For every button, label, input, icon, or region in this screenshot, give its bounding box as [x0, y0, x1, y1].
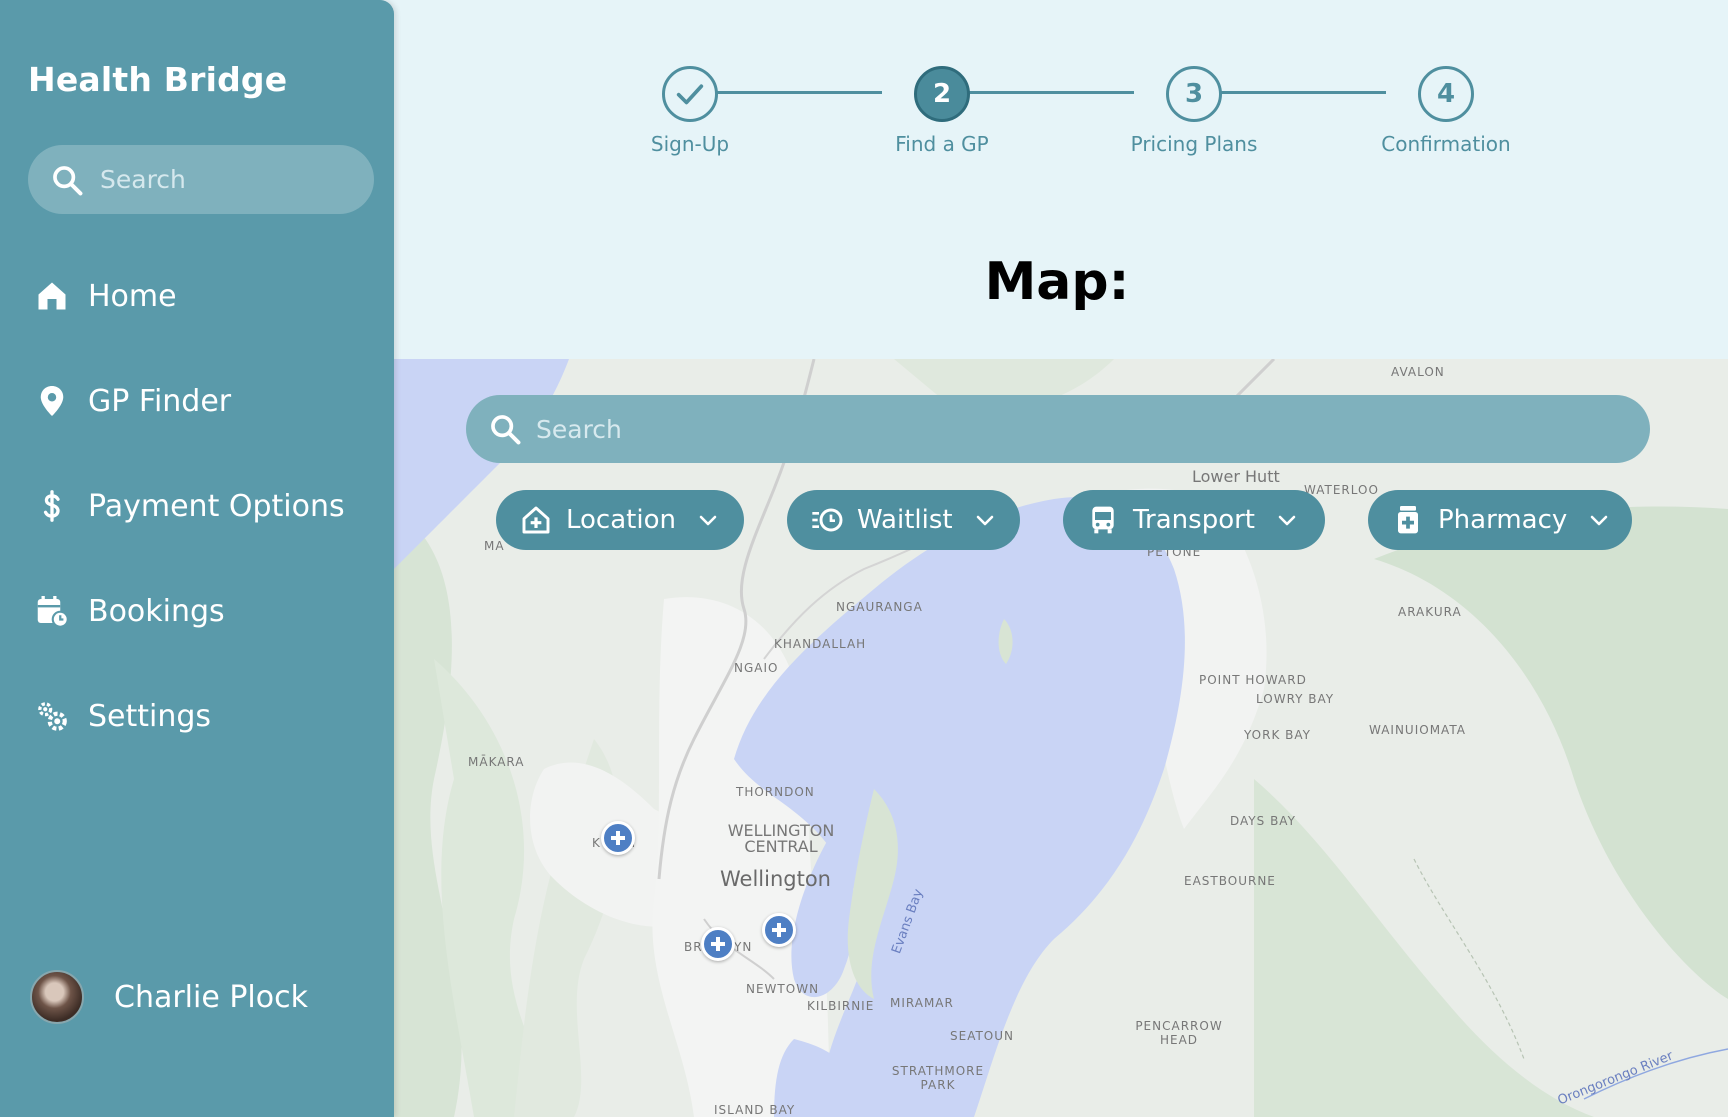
place-label: THORNDON [736, 785, 815, 799]
place-label: LOWRY BAY [1256, 692, 1335, 706]
plus-icon [611, 831, 625, 845]
place-label: K [592, 836, 601, 850]
calendar-clock-icon [37, 596, 69, 628]
plus-icon [772, 923, 786, 937]
sidebar-item-bookings[interactable]: Bookings [34, 593, 225, 629]
place-label: AVALON [1391, 365, 1445, 379]
filter-waitlist-dropdown[interactable]: Waitlist [787, 490, 1020, 550]
step-label: Find a GP [895, 132, 989, 156]
pharmacy-icon [1398, 506, 1418, 534]
place-label: MĀKARA [468, 755, 525, 769]
place-label: ARAKURA [1398, 605, 1462, 619]
place-label: YORK BAY [1244, 728, 1311, 742]
step-label: Confirmation [1381, 132, 1511, 156]
user-name: Charlie Plock [114, 979, 308, 1015]
step-sign-up[interactable]: Sign-Up [610, 60, 770, 156]
clock-list-icon [812, 508, 843, 532]
place-label: Lower Hutt [1192, 467, 1280, 486]
step-circle: 3 [1166, 66, 1222, 122]
sidebar-item-label: Settings [88, 698, 212, 734]
filter-label: Location [566, 505, 676, 535]
home-icon [38, 282, 66, 310]
sidebar-item-gp-finder[interactable]: GP Finder [34, 383, 231, 419]
place-label: ISLAND BAY [714, 1103, 796, 1117]
user-profile[interactable]: Charlie Plock [30, 970, 308, 1024]
chevron-down-icon [1590, 515, 1608, 526]
place-label: SEATOUN [950, 1029, 1015, 1043]
search-icon [53, 165, 83, 195]
location-pin-icon [40, 386, 64, 416]
bus-icon [1092, 506, 1114, 534]
filter-label: Pharmacy [1438, 505, 1568, 535]
plus-icon [711, 937, 725, 951]
place-label-city: Wellington [720, 867, 831, 891]
step-circle-active: 2 [914, 66, 970, 122]
sidebar-item-home[interactable]: Home [34, 278, 177, 314]
gears-icon [38, 702, 67, 731]
step-circle: 4 [1418, 66, 1474, 122]
sidebar-item-label: GP Finder [88, 383, 232, 419]
filter-label: Transport [1133, 505, 1256, 535]
map-search-input[interactable]: Search [466, 395, 1650, 463]
gp-marker[interactable] [601, 821, 635, 855]
filter-pharmacy-dropdown[interactable]: Pharmacy [1368, 490, 1632, 550]
step-circle-completed [662, 66, 718, 122]
avatar[interactable] [30, 970, 84, 1024]
checkmark-icon [676, 84, 704, 105]
filter-transport-dropdown[interactable]: Transport [1063, 490, 1325, 550]
search-icon [491, 415, 521, 445]
place-label: BR [684, 940, 703, 954]
place-label: MIRAMAR [890, 996, 954, 1010]
filter-location-dropdown[interactable]: Location [496, 490, 744, 550]
chevron-down-icon [699, 515, 717, 526]
map-background [394, 359, 1728, 1117]
step-confirmation[interactable]: 4 Confirmation [1366, 60, 1526, 156]
place-label: DAYS BAY [1230, 814, 1296, 828]
map-view[interactable]: AVALON Lower Hutt WATERLOO PETONE NGAURA… [394, 359, 1728, 1117]
app-title: Health Bridge [28, 60, 288, 99]
filter-label: Waitlist [857, 505, 953, 535]
sidebar: Health Bridge Search Home GP Finder Paym… [0, 0, 394, 1117]
gp-marker[interactable] [762, 913, 796, 947]
place-label: NGAURANGA [836, 600, 923, 614]
place-label: WAINUIOMATA [1369, 723, 1466, 737]
step-label: Sign-Up [650, 132, 730, 156]
sidebar-search-placeholder: Search [100, 165, 186, 194]
place-label: KILBIRNIE [807, 999, 875, 1013]
place-label: NGAIO [734, 661, 779, 675]
sidebar-item-label: Home [88, 278, 177, 314]
place-label: WELLINGTON CENTRAL [727, 821, 835, 856]
progress-stepper: Sign-Up 2 Find a GP 3 Pricing Plans 4 Co… [560, 60, 1520, 170]
place-label: NEWTOWN [746, 982, 820, 996]
place-label: WATERLOO [1304, 483, 1379, 497]
place-label: PENCARROW HEAD [1135, 1019, 1223, 1047]
dollar-icon [43, 490, 60, 522]
sidebar-item-label: Bookings [88, 593, 225, 629]
step-label: Pricing Plans [1130, 132, 1258, 156]
home-plus-icon [522, 506, 550, 534]
sidebar-item-settings[interactable]: Settings [34, 698, 211, 734]
place-label: MA [484, 539, 505, 553]
place-label: KHANDALLAH [774, 637, 867, 651]
place-label: POINT HOWARD [1199, 673, 1307, 687]
place-label: YN [734, 940, 753, 954]
place-label: STRATHMORE PARK [891, 1064, 985, 1092]
step-pricing-plans[interactable]: 3 Pricing Plans [1114, 60, 1274, 156]
gp-marker[interactable] [701, 927, 735, 961]
sidebar-search-input[interactable]: Search [28, 145, 374, 214]
chevron-down-icon [1278, 515, 1296, 526]
sidebar-item-payment-options[interactable]: Payment Options [34, 488, 345, 524]
place-label: EASTBOURNE [1184, 874, 1276, 888]
step-find-a-gp[interactable]: 2 Find a GP [862, 60, 1022, 156]
chevron-down-icon [976, 515, 993, 526]
map-search-placeholder: Search [536, 414, 622, 444]
sidebar-item-label: Payment Options [88, 488, 345, 524]
